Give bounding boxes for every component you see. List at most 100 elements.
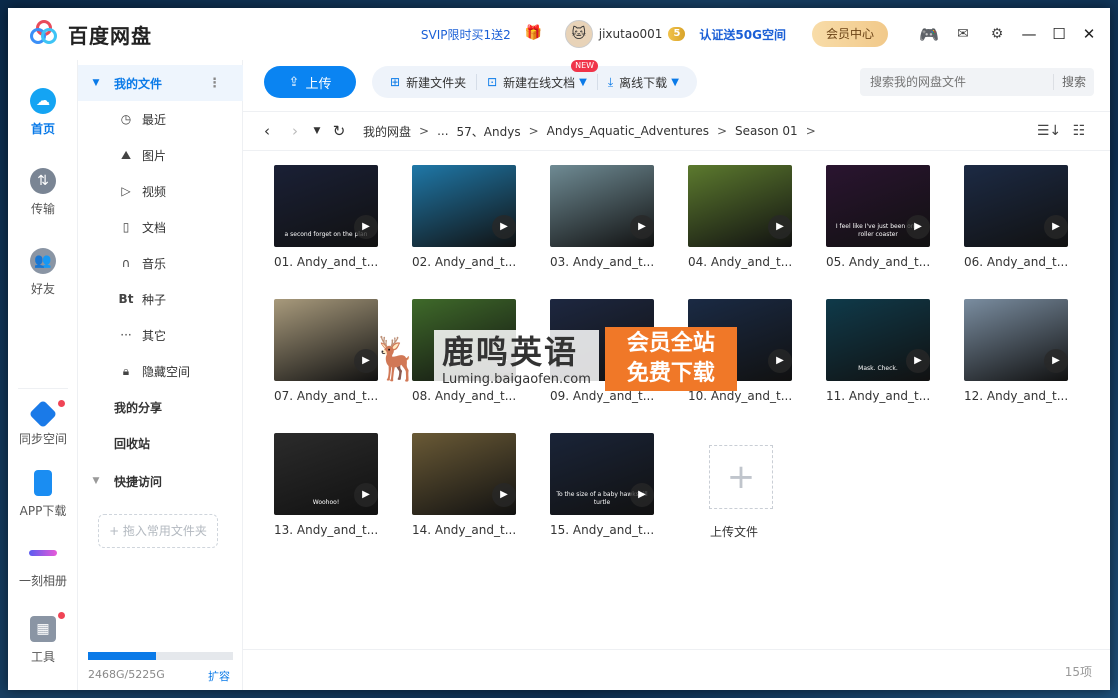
svip-promo-link[interactable]: SVIP限时买1送2 (421, 26, 511, 43)
rail-item-home[interactable]: ☁ 首页 (8, 88, 78, 137)
avatar[interactable]: 🐱 (564, 20, 593, 48)
video-file-tile[interactable]: ▶ 02. Andy_and_t... (412, 165, 550, 285)
video-thumbnail[interactable]: ▶ (274, 299, 378, 381)
file-name[interactable]: 04. Andy_and_t... (688, 255, 808, 269)
upload-button[interactable]: ⇪ 上传 (264, 66, 356, 98)
sidebar-item-hidden-space[interactable]: 🔒︎ 隐藏空间 (78, 353, 243, 389)
rail-item-tools[interactable]: ▦ 工具 (8, 612, 78, 665)
refresh-icon[interactable]: ↻ (325, 122, 353, 140)
video-thumbnail[interactable]: To the size of a baby hawksbill turtle ▶ (550, 433, 654, 515)
play-icon[interactable]: ▶ (906, 215, 930, 239)
breadcrumb-item[interactable]: ... (437, 124, 448, 138)
play-icon[interactable]: ▶ (630, 483, 654, 507)
video-file-tile[interactable]: ▶ 06. Andy_and_t... (964, 165, 1102, 285)
upload-file-tile[interactable]: + (709, 445, 773, 509)
video-file-tile[interactable]: To the size of a baby hawksbill turtle ▶ 1… (550, 433, 688, 553)
video-file-tile[interactable]: ▶ 04. Andy_and_t... (688, 165, 826, 285)
play-icon[interactable]: ▶ (630, 215, 654, 239)
video-thumbnail[interactable]: I feel like I've just been on a roller c… (826, 165, 930, 247)
rail-item-album[interactable]: 一刻相册 (8, 540, 78, 589)
video-file-tile[interactable]: Woohoo! ▶ 13. Andy_and_t... (274, 433, 412, 553)
file-name[interactable]: 13. Andy_and_t... (274, 523, 394, 537)
video-thumbnail[interactable]: ▶ (964, 165, 1068, 247)
play-icon[interactable]: ▶ (1044, 349, 1068, 373)
more-vertical-icon[interactable]: ⋮ (208, 76, 221, 91)
sidebar-item-documents[interactable]: ▯ 文档 (78, 209, 243, 245)
back-arrow-icon[interactable]: ‹ (253, 122, 281, 140)
video-thumbnail[interactable]: ▶ (412, 433, 516, 515)
play-icon[interactable]: ▶ (906, 349, 930, 373)
play-icon[interactable]: ▶ (768, 215, 792, 239)
play-icon[interactable]: ▶ (492, 483, 516, 507)
rail-item-sync-space[interactable]: 同步空间 (8, 399, 78, 447)
add-common-folder-dropzone[interactable]: + 拖入常用文件夹 (98, 514, 218, 548)
video-thumbnail[interactable]: ▶ (964, 299, 1068, 381)
rail-item-app-download[interactable]: APP下载 (8, 470, 78, 519)
rail-item-friends[interactable]: 👥 好友 (8, 248, 78, 297)
file-name[interactable]: 12. Andy_and_t... (964, 389, 1084, 403)
video-file-tile[interactable]: Mask. Check. ▶ 11. Andy_and_t... (826, 299, 964, 419)
sidebar-item-quick-access[interactable]: ▼ 快捷访问 (78, 463, 243, 499)
video-thumbnail[interactable]: ▶ (412, 165, 516, 247)
offline-download-button[interactable]: ⤓ 离线下载 ▼ (598, 74, 689, 91)
sidebar-item-videos[interactable]: ▷ 视频 (78, 173, 243, 209)
sidebar-item-recent[interactable]: ◷ 最近 (78, 101, 243, 137)
search-button[interactable]: 搜索 (1052, 74, 1094, 90)
expand-storage-link[interactable]: 扩容 (208, 668, 230, 684)
list-view-icon[interactable]: ☷ (1064, 123, 1094, 139)
play-icon[interactable]: ▶ (354, 215, 378, 239)
play-icon[interactable]: ▶ (492, 215, 516, 239)
close-button[interactable]: ✕ (1074, 25, 1104, 43)
breadcrumb-item[interactable]: 我的网盘 (363, 123, 411, 140)
file-name[interactable]: 01. Andy_and_t... (274, 255, 394, 269)
sidebar-item-other[interactable]: ··· 其它 (78, 317, 243, 353)
settings-icon[interactable]: ⚙ (980, 26, 1014, 42)
file-name[interactable]: 02. Andy_and_t... (412, 255, 532, 269)
video-thumbnail[interactable]: ▶ (550, 165, 654, 247)
new-folder-button[interactable]: ⊞ 新建文件夹 (380, 74, 476, 91)
file-name[interactable]: 06. Andy_and_t... (964, 255, 1084, 269)
play-icon[interactable]: ▶ (354, 483, 378, 507)
video-file-tile[interactable]: ▶ 12. Andy_and_t... (964, 299, 1102, 419)
upload-file-label[interactable]: 上传文件 (710, 523, 758, 540)
sidebar-item-images[interactable]: ⛰ 图片 (78, 137, 243, 173)
video-thumbnail[interactable]: ▶ (688, 165, 792, 247)
gift-icon[interactable]: 🎁 (525, 25, 543, 43)
sidebar-item-my-share[interactable]: 我的分享 (78, 389, 243, 425)
file-name[interactable]: 14. Andy_and_t... (412, 523, 532, 537)
sidebar-item-my-files[interactable]: ▼ 我的文件 ⋮ (78, 65, 243, 101)
breadcrumb-item[interactable]: Andys_Aquatic_Adventures (547, 124, 709, 138)
sort-icon[interactable]: ☰↓ (1034, 123, 1064, 139)
play-icon[interactable]: ▶ (768, 349, 792, 373)
video-file-tile[interactable]: ▶ 03. Andy_and_t... (550, 165, 688, 285)
minimize-button[interactable]: — (1014, 25, 1044, 43)
maximize-button[interactable]: ☐ (1044, 25, 1074, 43)
verify-promo-link[interactable]: 认证送50G空间 (699, 26, 786, 43)
username[interactable]: jixutao001 (599, 27, 663, 41)
file-name[interactable]: 11. Andy_and_t... (826, 389, 946, 403)
video-thumbnail[interactable]: Mask. Check. ▶ (826, 299, 930, 381)
video-file-tile[interactable]: I feel like I've just been on a roller c… (826, 165, 964, 285)
bt-icon: Bt (118, 292, 134, 306)
vip-center-button[interactable]: 会员中心 (811, 21, 888, 47)
forward-arrow-icon[interactable]: › (281, 122, 309, 140)
play-icon[interactable]: ▶ (1044, 215, 1068, 239)
game-icon[interactable]: 🎮 (912, 25, 946, 44)
file-name[interactable]: 03. Andy_and_t... (550, 255, 670, 269)
video-file-tile[interactable]: a second forget on the plan ▶ 01. Andy_and… (274, 165, 412, 285)
file-name[interactable]: 15. Andy_and_t... (550, 523, 670, 537)
sidebar-item-torrents[interactable]: Bt 种子 (78, 281, 243, 317)
mail-icon[interactable]: ✉ (946, 26, 980, 42)
new-online-doc-button[interactable]: ⊡ 新建在线文档 ▼ NEW (477, 59, 599, 91)
file-name[interactable]: 05. Andy_and_t... (826, 255, 946, 269)
breadcrumb-item[interactable]: 57、Andys (457, 123, 521, 140)
history-dropdown-icon[interactable]: ▼ (309, 126, 325, 136)
video-thumbnail[interactable]: Woohoo! ▶ (274, 433, 378, 515)
video-thumbnail[interactable]: a second forget on the plan ▶ (274, 165, 378, 247)
breadcrumb-item[interactable]: Season 01 (735, 124, 798, 138)
video-file-tile[interactable]: ▶ 14. Andy_and_t... (412, 433, 550, 553)
sidebar-item-music[interactable]: ∩ 音乐 (78, 245, 243, 281)
sidebar-item-recycle-bin[interactable]: 回收站 (78, 425, 243, 461)
rail-item-transfer[interactable]: ⇅ 传输 (8, 168, 78, 217)
search-input[interactable] (860, 68, 1053, 96)
